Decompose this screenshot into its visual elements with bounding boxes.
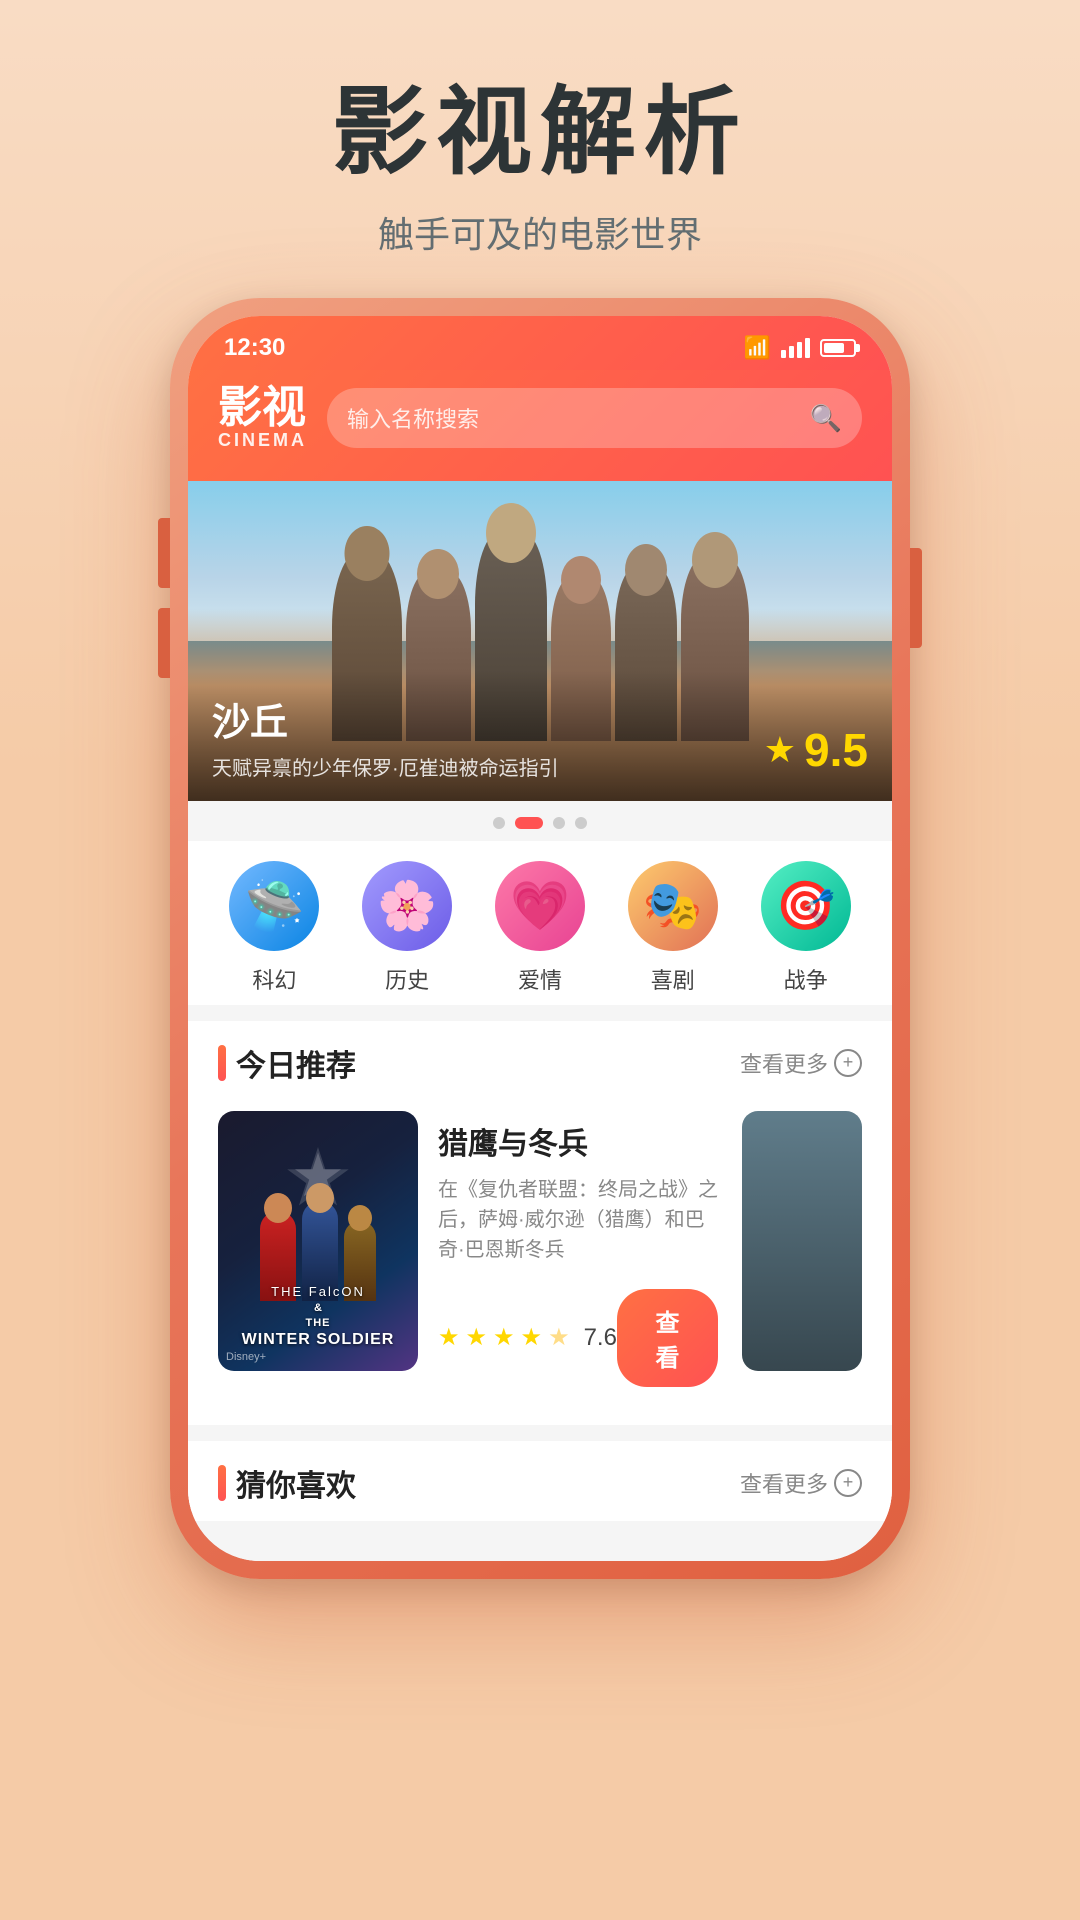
disney-plus-logo: Disney+ — [226, 1351, 266, 1363]
star-5-half: ★ — [548, 1323, 570, 1352]
search-placeholder: 输入名称搜索 — [347, 402, 800, 434]
banner-rating: ★ 9.5 — [764, 723, 868, 777]
battery-icon — [820, 339, 856, 357]
falcon-movie-footer: ★ ★ ★ ★ ★ 7.6 查看 — [438, 1289, 718, 1387]
star-4: ★ — [521, 1323, 543, 1352]
phone-inner-screen: 12:30 📶 — [188, 316, 892, 1561]
guess-title-badge — [218, 1465, 226, 1501]
app-logo-cn: 影视 — [218, 386, 307, 430]
genre-comedy-label: 喜剧 — [651, 963, 695, 995]
star-1: ★ — [438, 1323, 460, 1352]
guess-more-label: 查看更多 — [740, 1467, 828, 1499]
poster-text-content: THE FalcON & THE WINTER SOLDIER — [218, 1284, 418, 1350]
falcon-movie-title: 猎鹰与冬兵 — [438, 1119, 718, 1163]
genre-comedy[interactable]: 🎭 喜剧 — [628, 861, 718, 995]
guess-more-circle-icon: + — [834, 1469, 862, 1497]
guess-more-button[interactable]: 查看更多 + — [740, 1467, 862, 1499]
today-title-text: 今日推荐 — [236, 1041, 356, 1085]
today-section-title: 今日推荐 — [218, 1041, 356, 1085]
status-bar: 12:30 📶 — [188, 316, 892, 370]
page-background: 影视解析 触手可及的电影世界 12:30 📶 — [0, 0, 1080, 1920]
dot-1[interactable] — [493, 817, 505, 829]
title-area: 影视解析 触手可及的电影世界 — [0, 0, 1080, 298]
falcon-poster-bg: ★ — [218, 1111, 418, 1371]
status-time: 12:30 — [224, 334, 285, 362]
genre-romance-label: 爱情 — [518, 963, 562, 995]
dot-3[interactable] — [553, 817, 565, 829]
more-circle-icon: + — [834, 1049, 862, 1077]
banner-container[interactable]: 沙丘 天赋异禀的少年保罗·厄崔迪被命运指引 ★ 9.5 — [188, 481, 892, 841]
falcon-movie-info: 猎鹰与冬兵 在《复仇者联盟：终局之战》之后，萨姆·威尔逊（猎鹰）和巴奇·巴恩斯冬… — [438, 1111, 718, 1395]
dot-2-active[interactable] — [515, 817, 543, 829]
star-3: ★ — [493, 1323, 515, 1352]
genre-scifi-label: 科幻 — [252, 963, 296, 995]
today-section-header: 今日推荐 查看更多 + — [188, 1021, 892, 1101]
banner-dots — [188, 801, 892, 841]
genre-war-icon: 🎯 — [761, 861, 851, 951]
falcon-poster: ★ — [218, 1111, 418, 1371]
banner-image: 沙丘 天赋异禀的少年保罗·厄崔迪被命运指引 ★ 9.5 — [188, 481, 892, 801]
today-more-button[interactable]: 查看更多 + — [740, 1047, 862, 1079]
genre-romance-icon: 💗 — [495, 861, 585, 951]
signal-bars-icon — [781, 338, 810, 358]
genre-scifi-icon: 🛸 — [229, 861, 319, 951]
genre-history-label: 历史 — [385, 963, 429, 995]
app-logo-en: CINEMA — [218, 430, 307, 451]
movie-card-falcon[interactable]: ★ — [218, 1111, 718, 1395]
guess-title-text: 猜你喜欢 — [236, 1461, 356, 1505]
genre-war-label: 战争 — [784, 963, 828, 995]
genre-history[interactable]: 🌸 历史 — [362, 861, 452, 995]
phone-outer-frame: 12:30 📶 — [170, 298, 910, 1579]
falcon-stars: ★ ★ ★ ★ ★ 7.6 — [438, 1323, 617, 1352]
search-bar[interactable]: 输入名称搜索 🔍 — [327, 388, 862, 448]
dot-4[interactable] — [575, 817, 587, 829]
guess-section-title: 猜你喜欢 — [218, 1461, 356, 1505]
genre-war[interactable]: 🎯 战争 — [761, 861, 851, 995]
page-title: 影视解析 — [0, 80, 1080, 186]
app-content: 沙丘 天赋异禀的少年保罗·厄崔迪被命运指引 ★ 9.5 — [188, 481, 892, 1561]
title-badge — [218, 1045, 226, 1081]
genres-row: 🛸 科幻 🌸 历史 💗 爱情 🎭 喜剧 — [188, 841, 892, 1005]
search-icon[interactable]: 🔍 — [810, 403, 842, 434]
rating-star-icon: ★ — [764, 729, 796, 771]
genre-scifi[interactable]: 🛸 科幻 — [229, 861, 319, 995]
partial-movie-card[interactable] — [742, 1111, 862, 1371]
today-more-label: 查看更多 — [740, 1047, 828, 1079]
guess-section: 猜你喜欢 查看更多 + — [188, 1441, 892, 1521]
wifi-icon: 📶 — [744, 335, 771, 361]
page-subtitle: 触手可及的电影世界 — [0, 206, 1080, 258]
phone-mockup: 12:30 📶 — [170, 298, 910, 1579]
star-2: ★ — [466, 1323, 488, 1352]
movie-list: ★ — [188, 1101, 892, 1425]
status-icons: 📶 — [744, 335, 856, 361]
falcon-score: 7.6 — [584, 1324, 617, 1352]
watch-button[interactable]: 查看 — [617, 1289, 718, 1387]
guess-section-header: 猜你喜欢 查看更多 + — [188, 1441, 892, 1521]
rating-number: 9.5 — [804, 723, 868, 777]
app-logo: 影视 CINEMA — [218, 386, 307, 451]
genre-romance[interactable]: 💗 爱情 — [495, 861, 585, 995]
falcon-movie-description: 在《复仇者联盟：终局之战》之后，萨姆·威尔逊（猎鹰）和巴奇·巴恩斯冬兵 — [438, 1175, 718, 1265]
genre-comedy-icon: 🎭 — [628, 861, 718, 951]
app-header: 影视 CINEMA 输入名称搜索 🔍 — [188, 370, 892, 481]
genre-history-icon: 🌸 — [362, 861, 452, 951]
